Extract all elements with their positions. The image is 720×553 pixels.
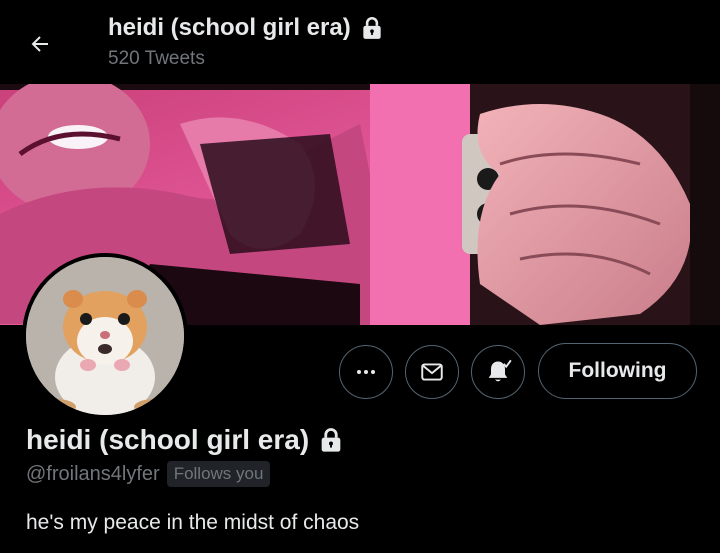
tweet-count: 520 Tweets — [108, 48, 205, 69]
back-button[interactable] — [22, 26, 58, 62]
avatar-image — [26, 257, 184, 415]
header-title-text: heidi (school girl era) — [108, 14, 351, 41]
message-button[interactable] — [405, 345, 459, 399]
avatar[interactable] — [22, 253, 188, 419]
more-button[interactable] — [339, 345, 393, 399]
lock-icon — [321, 428, 341, 452]
profile-page: heidi (school girl era) 520 Tweets Follo… — [0, 0, 720, 553]
bell-check-icon — [488, 359, 512, 382]
lock-icon — [363, 17, 381, 39]
follows-you-badge: Follows you — [166, 461, 271, 487]
profile-header: heidi (school girl era) 520 Tweets — [0, 0, 720, 84]
arrow-left-icon — [31, 36, 48, 52]
following-button[interactable]: Following — [538, 343, 697, 399]
display-name: heidi (school girl era) — [26, 424, 345, 456]
profile-bio: he's my peace in the midst of chaos — [26, 511, 360, 534]
handle-row: @froilans4lyfer Follows you — [26, 461, 271, 487]
notifications-button[interactable] — [471, 345, 525, 399]
envelope-icon — [421, 363, 443, 381]
more-horizontal-icon — [357, 370, 375, 374]
header-title: heidi (school girl era) — [108, 14, 385, 42]
user-handle: @froilans4lyfer — [26, 462, 160, 485]
display-name-text: heidi (school girl era) — [26, 424, 310, 455]
